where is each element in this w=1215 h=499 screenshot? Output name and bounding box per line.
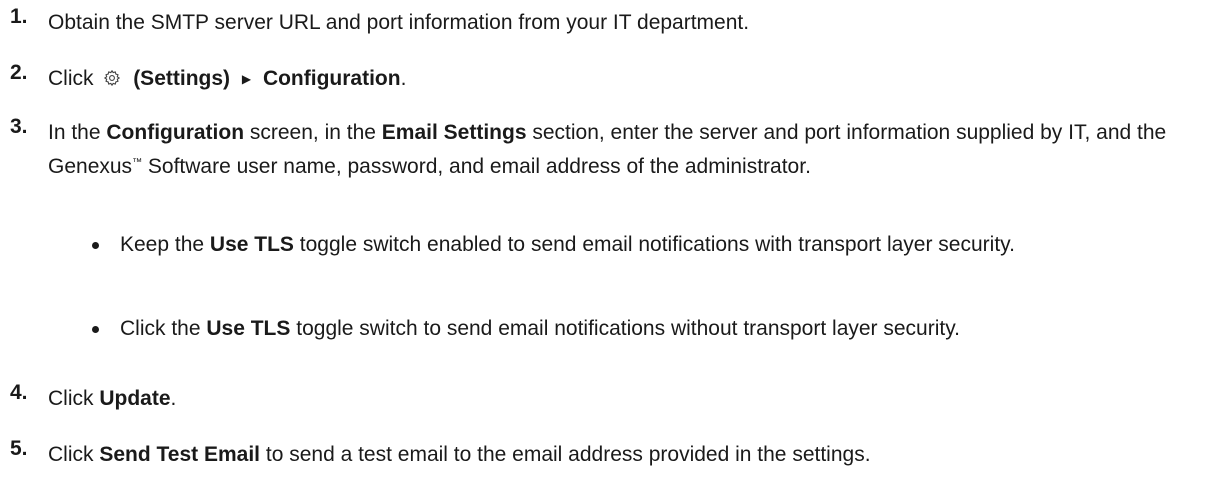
- gear-icon: [104, 69, 121, 87]
- send-test-email-label: Send Test Email: [99, 443, 261, 466]
- step-text: Click Send Test Email to send a test ema…: [48, 440, 1200, 470]
- bullet-text: Keep the Use TLS toggle switch enabled t…: [120, 233, 1015, 256]
- configuration-screen-label: Configuration: [106, 121, 245, 144]
- step-3-post: Software user name, password, and email …: [147, 155, 811, 178]
- settings-label: (Settings): [133, 67, 231, 90]
- step-number: 4.: [10, 381, 28, 404]
- step-text: In the Configuration screen, in the Emai…: [48, 118, 1200, 182]
- bullet-text: Click the Use TLS toggle switch to send …: [120, 317, 961, 340]
- use-tls-label: Use TLS: [206, 317, 291, 340]
- step-2-post: .: [400, 67, 407, 90]
- email-settings-label: Email Settings: [381, 121, 527, 144]
- triangle-right-icon: ▶: [241, 72, 252, 86]
- procedure-steps: 1. Obtain the SMTP server URL and port i…: [0, 0, 1215, 499]
- step-1-text: Obtain the SMTP server URL and port info…: [48, 11, 750, 34]
- step-2-pre: Click: [48, 67, 94, 90]
- step-text: Click Update.: [48, 384, 1200, 414]
- step-number: 3.: [10, 115, 28, 138]
- bullet-dot: [92, 326, 99, 333]
- step-text: Click (Settings) ▶ Configuration.: [48, 64, 1200, 94]
- step-5-pre: Click: [48, 443, 94, 466]
- use-tls-label: Use TLS: [209, 233, 294, 256]
- update-label: Update: [99, 387, 171, 410]
- step-3-mid1: screen, in the: [249, 121, 376, 144]
- step-4-pre: Click: [48, 387, 94, 410]
- step-number: 2.: [10, 61, 28, 84]
- step-5-post: to send a test email to the email addres…: [265, 443, 871, 466]
- step-4-post: .: [170, 387, 177, 410]
- step-3-pre: In the: [48, 121, 101, 144]
- bullet-dot: [92, 242, 99, 249]
- step-number: 1.: [10, 5, 28, 28]
- step-number: 5.: [10, 437, 28, 460]
- trademark-symbol: ™: [132, 157, 143, 168]
- step-text: Obtain the SMTP server URL and port info…: [48, 8, 1200, 38]
- configuration-label: Configuration: [262, 67, 401, 90]
